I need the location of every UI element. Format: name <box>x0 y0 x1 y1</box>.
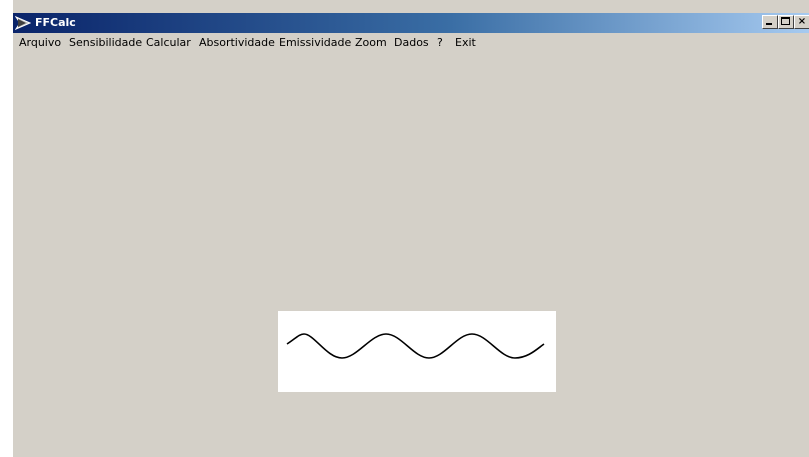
ffcalc-window: FFCalc × Arquivo Sensibilidade Calcular … <box>13 0 809 457</box>
ffcalc-app-icon[interactable] <box>14 15 32 31</box>
window-title: FFCalc <box>35 16 76 29</box>
menu-bar: Arquivo Sensibilidade Calcular Absortivi… <box>13 33 809 53</box>
menu-item-zoom[interactable]: Zoom <box>355 36 387 50</box>
menu-item-help[interactable]: ? <box>437 36 443 50</box>
sine-wave-path <box>286 333 545 359</box>
menu-item-dados[interactable]: Dados <box>394 36 429 50</box>
title-bar[interactable]: FFCalc × <box>13 13 809 33</box>
close-button[interactable]: × <box>794 15 809 29</box>
maximize-button[interactable] <box>778 15 794 29</box>
drawing-canvas <box>278 311 556 392</box>
maximize-icon <box>781 17 790 25</box>
close-icon: × <box>797 16 807 27</box>
menu-item-calcular[interactable]: Calcular <box>146 36 191 50</box>
menu-item-arquivo[interactable]: Arquivo <box>19 36 61 50</box>
minimize-button[interactable] <box>762 15 778 29</box>
sine-wave-icon <box>286 333 545 359</box>
minimize-icon <box>766 23 772 25</box>
menu-item-exit[interactable]: Exit <box>455 36 476 50</box>
menu-item-sensibilidade[interactable]: Sensibilidade <box>69 36 142 50</box>
menu-item-emissividade[interactable]: Emissividade <box>279 36 351 50</box>
menu-item-absortividade[interactable]: Absortividade <box>199 36 275 50</box>
